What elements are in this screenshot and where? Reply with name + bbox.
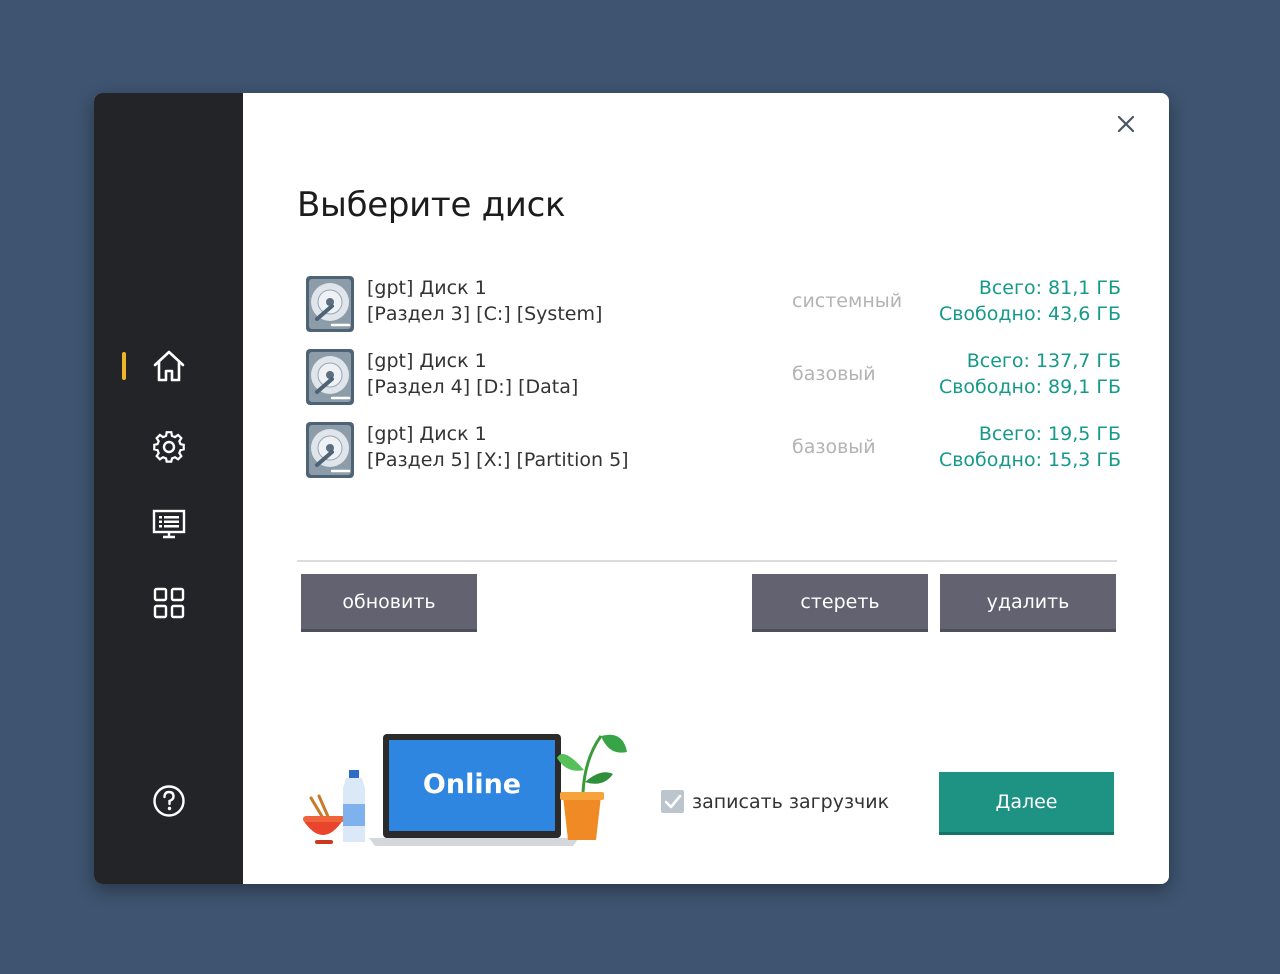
active-indicator	[122, 352, 126, 380]
online-illustration: Online	[303, 734, 627, 846]
disk-type: базовый	[792, 363, 876, 385]
disk-free-size: Свободно: 15,3 ГБ	[938, 449, 1121, 471]
help-icon	[152, 785, 185, 817]
disk-type: системный	[792, 290, 903, 312]
refresh-button[interactable]: обновить	[301, 574, 477, 632]
disk-free-size: Свободно: 89,1 ГБ	[938, 376, 1121, 398]
disk-row[interactable]: [gpt] Диск 1 [Раздел 4] [D:] [Data] базо…	[303, 346, 1121, 419]
sidebar-item-home[interactable]	[94, 341, 243, 391]
hard-drive-icon	[306, 422, 354, 478]
sidebar-item-settings[interactable]	[94, 422, 243, 472]
disk-name: [gpt] Диск 1	[367, 277, 487, 299]
installer-window: Выберите диск [gpt] Диск 1 [Раздел 3] [C…	[94, 93, 1169, 884]
monitor-list-icon	[152, 509, 185, 539]
bootloader-checkbox[interactable]: записать загрузчик	[661, 790, 889, 813]
disk-row[interactable]: [gpt] Диск 1 [Раздел 3] [C:] [System] си…	[303, 273, 1121, 346]
main-panel: Выберите диск [gpt] Диск 1 [Раздел 3] [C…	[243, 93, 1169, 884]
disk-partition: [Раздел 5] [X:] [Partition 5]	[367, 449, 629, 471]
home-icon	[153, 350, 184, 382]
close-button[interactable]	[1111, 109, 1141, 139]
delete-button[interactable]: удалить	[940, 574, 1116, 632]
sidebar-item-help[interactable]	[94, 776, 243, 826]
illustration-screen-text: Online	[423, 769, 521, 800]
sidebar	[94, 93, 243, 884]
disk-partition: [Раздел 4] [D:] [Data]	[367, 376, 579, 398]
erase-button[interactable]: стереть	[752, 574, 928, 632]
disk-total-size: Всего: 137,7 ГБ	[966, 350, 1121, 372]
disk-total-size: Всего: 19,5 ГБ	[978, 423, 1121, 445]
gear-icon	[152, 431, 185, 463]
sidebar-item-apps[interactable]	[94, 578, 243, 628]
bootloader-label: записать загрузчик	[692, 790, 890, 813]
page-title: Выберите диск	[297, 185, 566, 225]
disk-name: [gpt] Диск 1	[367, 423, 487, 445]
close-icon	[1117, 115, 1135, 133]
disk-partition: [Раздел 3] [C:] [System]	[367, 303, 603, 325]
checkbox-box[interactable]	[661, 790, 684, 813]
disk-free-size: Свободно: 43,6 ГБ	[938, 303, 1121, 325]
grid-icon	[153, 587, 184, 619]
disk-list: [gpt] Диск 1 [Раздел 3] [C:] [System] си…	[303, 273, 1121, 492]
sidebar-item-monitor[interactable]	[94, 499, 243, 549]
disk-row[interactable]: [gpt] Диск 1 [Раздел 5] [X:] [Partition …	[303, 419, 1121, 492]
checkmark-icon	[664, 794, 681, 808]
hard-drive-icon	[306, 276, 354, 332]
disk-type: базовый	[792, 436, 876, 458]
divider	[297, 560, 1117, 562]
disk-name: [gpt] Диск 1	[367, 350, 487, 372]
hard-drive-icon	[306, 349, 354, 405]
next-button[interactable]: Далее	[939, 772, 1114, 835]
disk-total-size: Всего: 81,1 ГБ	[978, 277, 1121, 299]
